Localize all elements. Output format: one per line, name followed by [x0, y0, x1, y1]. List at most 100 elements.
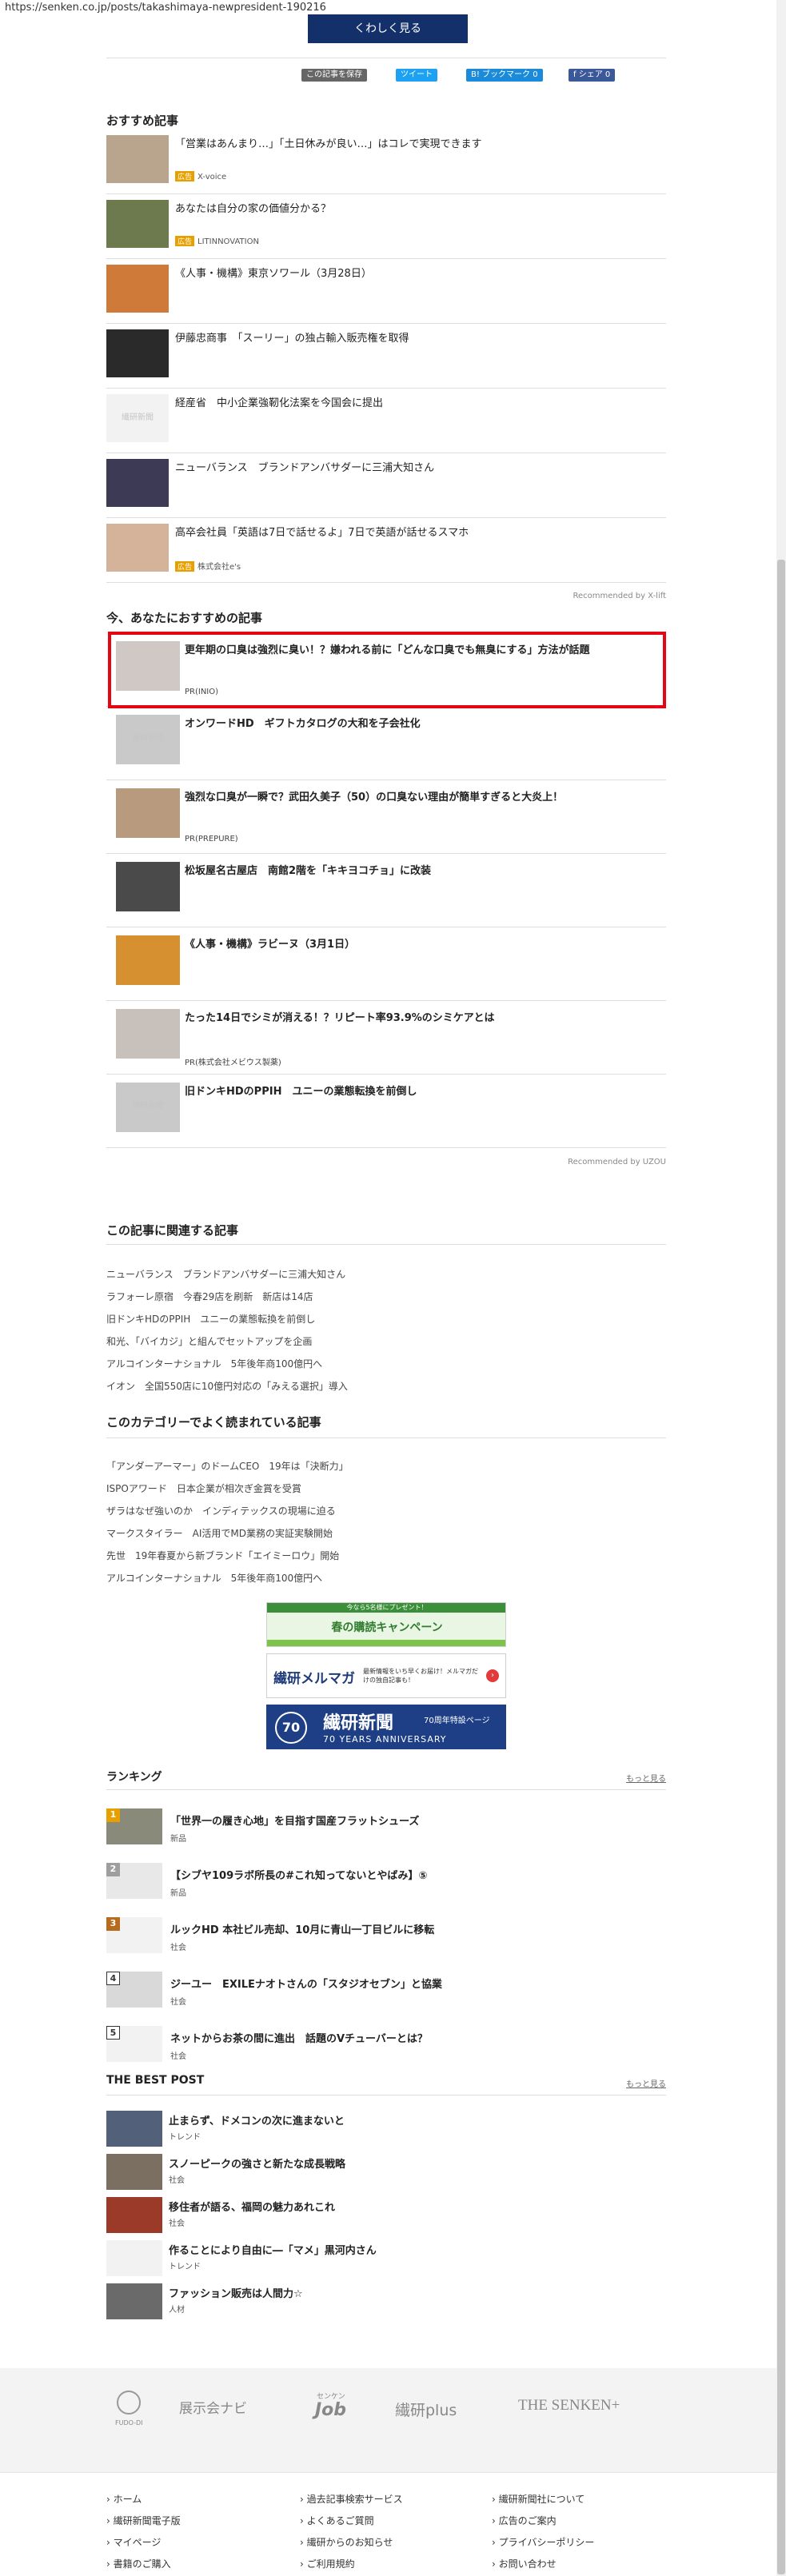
anniversary-banner[interactable]: 70 繊研新聞 70周年特設ページ 70 YEARS ANNIVERSARY	[266, 1705, 506, 1749]
footer-link[interactable]: › 繊研新聞電子版	[106, 2514, 181, 2527]
category-link[interactable]: 「アンダーアーマー」のドームCEO 19年は「決断力」	[106, 1459, 349, 1473]
related-link[interactable]: 旧ドンキHDのPPIH ユニーの業態転換を前倒し	[106, 1312, 315, 1326]
recommended-title[interactable]: 《人事・機構》東京ソワール（3月28日）	[175, 265, 372, 280]
category-link[interactable]: ザラはなぜ強いのか インディテックスの現場に迫る	[106, 1504, 336, 1517]
for-you-title[interactable]: たった14日でシミが消える！？リピート率93.9%のシミケアとは	[185, 1009, 495, 1024]
for-you-title[interactable]: 松坂屋名古屋店 南館2階を「キキヨコチョ」に改装	[185, 862, 431, 877]
for-you-item[interactable]: たった14日でシミが消える！？リピート率93.9%のシミケアとは PR(株式会社メ…	[106, 1001, 666, 1075]
ranking-title[interactable]: 【シブヤ109ラボ所長の#これ知ってないとやばみ】⑤	[170, 1867, 427, 1882]
ranking-title[interactable]: ネットからお茶の間に進出 話題のVチューバーとは？	[170, 2030, 428, 2045]
category-link[interactable]: ISPOアワード 日本企業が相次ぎ金賞を受賞	[106, 1481, 301, 1495]
recommended-title[interactable]: 伊藤忠商事 「スーリー」の独占輸入販売権を取得	[175, 329, 409, 345]
best-post-item[interactable]: 作ることにより自由に―「マメ」黒河内さん トレンド	[106, 2240, 666, 2283]
job-logo[interactable]: Job	[315, 2400, 346, 2420]
for-you-title[interactable]: 強烈な口臭が一瞬で？武田久美子（50）の口臭ない理由が簡単すぎると大炎上！	[185, 788, 563, 804]
footer-link-label[interactable]: 繊研新聞社について	[499, 2494, 585, 2505]
recommended-item[interactable]: 繊研新聞 経産省 中小企業強靭化法案を今国会に提出	[106, 389, 666, 453]
thumbnail[interactable]	[116, 935, 180, 985]
for-you-title[interactable]: 《人事・機構》ラビーヌ（3月1日）	[185, 935, 355, 951]
footer-link-label[interactable]: 広告のご案内	[499, 2515, 557, 2526]
footer-link[interactable]: › よくあるご質問	[300, 2514, 374, 2527]
thumbnail[interactable]: 2	[106, 1863, 162, 1899]
navi-logo[interactable]: 展示会ナビ	[179, 2397, 247, 2417]
senken-plus-logo[interactable]: 繊研plus	[395, 2399, 457, 2420]
thumbnail[interactable]: 4	[106, 1972, 162, 2008]
thumbnail[interactable]: 繊研新聞	[116, 715, 180, 764]
footer-link-label[interactable]: よくあるご質問	[307, 2515, 374, 2526]
category-link[interactable]: マークスタイラー AI活用でMD業務の実証実験開始	[106, 1526, 333, 1540]
recommended-item[interactable]: ニューバランス ブランドアンバサダーに三浦大知さん	[106, 453, 666, 518]
best-post-more-link[interactable]: もっと見る	[626, 2077, 666, 2089]
ranking-title[interactable]: ジーユー EXILEナオトさんの「スタジオセブン」と協業	[170, 1976, 442, 1991]
recommended-title[interactable]: あなたは自分の家の価値分かる？	[175, 200, 331, 215]
thumbnail[interactable]: 繊研新聞	[116, 1083, 180, 1132]
footer-link[interactable]: › ご利用規約	[300, 2557, 355, 2570]
thumbnail[interactable]	[106, 265, 169, 313]
for-you-title[interactable]: 旧ドンキHDのPPIH ユニーの業態転換を前倒し	[185, 1083, 417, 1098]
category-link[interactable]: アルコインターナショナル 5年後年商100億円へ	[106, 1571, 322, 1585]
thumbnail[interactable]	[106, 2283, 162, 2319]
footer-link[interactable]: › 書籍のご購入	[106, 2557, 171, 2570]
for-you-item[interactable]: 《人事・機構》ラビーヌ（3月1日）	[106, 927, 666, 1001]
thumbnail[interactable]	[106, 459, 169, 507]
for-you-title[interactable]: オンワードHD ギフトカタログの大和を子会社化	[185, 715, 421, 730]
recommended-by[interactable]: Recommended by X-lift	[573, 592, 667, 600]
more-button[interactable]: くわしく見る	[308, 14, 468, 43]
thumbnail[interactable]	[106, 200, 169, 248]
ranking-title[interactable]: 「世界一の履き心地」を目指す国産フラットシューズ	[170, 1812, 419, 1828]
footer-link[interactable]: › ホーム	[106, 2492, 142, 2506]
footer-link[interactable]: › マイページ	[106, 2535, 161, 2549]
thumbnail[interactable]	[106, 524, 169, 572]
thumbnail[interactable]	[106, 2197, 162, 2233]
thumbnail[interactable]: 繊研新聞	[106, 394, 169, 442]
the-senken-logo[interactable]: THE SENKEN+	[518, 2397, 620, 2415]
footer-link[interactable]: › プライバシーポリシー	[492, 2535, 594, 2549]
facebook-share-button[interactable]: f シェア 0	[569, 69, 616, 82]
related-link[interactable]: ニューバランス ブランドアンバサダーに三浦大知さん	[106, 1267, 345, 1281]
for-you-item[interactable]: 強烈な口臭が一瞬で？武田久美子（50）の口臭ない理由が簡単すぎると大炎上！ PR(…	[106, 780, 666, 854]
best-post-item[interactable]: スノーピークの強さと新たな成長戦略 社会	[106, 2154, 666, 2197]
footer-link-label[interactable]: ホーム	[114, 2494, 142, 2505]
recommended-title[interactable]: 高卒会社員「英語は7日で話せるよ」7日で英語が話せるスマホ	[175, 524, 469, 539]
footer-link-label[interactable]: お問い合わせ	[499, 2558, 557, 2570]
thumbnail[interactable]	[106, 2154, 162, 2190]
best-post-title[interactable]: 作ることにより自由に―「マメ」黒河内さん	[169, 2242, 377, 2257]
thumbnail[interactable]	[106, 2240, 162, 2276]
thumbnail[interactable]: 3	[106, 1917, 162, 1953]
thumbnail[interactable]: 5	[106, 2026, 162, 2062]
thumbnail[interactable]	[106, 329, 169, 377]
scrollbar-thumb[interactable]	[777, 560, 785, 2574]
related-link[interactable]: アルコインターナショナル 5年後年商100億円へ	[106, 1357, 322, 1370]
related-link[interactable]: ラフォーレ原宿 今春29店を刷新 新店は14店	[106, 1290, 313, 1303]
ranking-more-link[interactable]: もっと見る	[626, 1772, 666, 1784]
thumbnail[interactable]	[106, 135, 169, 183]
recommended-item[interactable]: 高卒会社員「英語は7日で話せるよ」7日で英語が話せるスマホ 広告 株式会社e's	[106, 518, 666, 583]
thumbnail[interactable]	[116, 862, 180, 911]
footer-link-label[interactable]: 書籍のご購入	[114, 2558, 171, 2570]
footer-link[interactable]: › 繊研新聞社について	[492, 2492, 585, 2506]
recommended-item[interactable]: あなたは自分の家の価値分かる？ 広告 LITINNOVATION	[106, 194, 666, 259]
thumbnail[interactable]	[116, 1009, 180, 1059]
recommended-item[interactable]: 伊藤忠商事 「スーリー」の独占輸入販売権を取得	[106, 324, 666, 389]
fudo-logo[interactable]: FUDO-DI	[115, 2419, 143, 2426]
category-link[interactable]: 先世 19年春夏から新ブランド「エイミーロウ」開始	[106, 1549, 339, 1562]
recommended-title[interactable]: ニューバランス ブランドアンバサダーに三浦大知さん	[175, 459, 434, 474]
best-post-title[interactable]: 移住者が語る、福岡の魅力あれこれ	[169, 2199, 335, 2214]
best-post-title[interactable]: スノーピークの強さと新たな成長戦略	[169, 2155, 345, 2171]
ranking-title[interactable]: ルックHD 本社ビル売却、10月に青山一丁目ビルに移転	[170, 1921, 434, 1936]
footer-link[interactable]: › お問い合わせ	[492, 2557, 557, 2570]
thumbnail[interactable]	[116, 788, 180, 838]
recommended-title[interactable]: 「営業はあんまり…」「土日休みが良い…」はコレで実現できます	[175, 135, 482, 150]
spring-campaign-banner[interactable]: 今なら5名様にプレゼント！ 春の購読キャンペーン	[266, 1602, 506, 1647]
recommended-item[interactable]: 「営業はあんまり…」「土日休みが良い…」はコレで実現できます 広告 X-voice	[106, 130, 666, 194]
related-link[interactable]: 和光、「バイカジ」と組んでセットアップを企画	[106, 1334, 312, 1348]
footer-link[interactable]: › 過去記事検索サービス	[300, 2492, 403, 2506]
thumbnail[interactable]	[106, 2111, 162, 2147]
footer-link[interactable]: › 繊研からのお知らせ	[300, 2535, 393, 2549]
for-you-item[interactable]: 松坂屋名古屋店 南館2階を「キキヨコチョ」に改装	[106, 854, 666, 927]
merumaga-banner[interactable]: 繊研メルマガ 最新情報をいち早くお届け！メルマガだけの独自記事も！ ›	[266, 1653, 506, 1698]
footer-link-label[interactable]: 繊研新聞電子版	[114, 2515, 181, 2526]
footer-link-label[interactable]: ご利用規約	[307, 2558, 355, 2570]
best-post-title[interactable]: ファッション販売は人間力☆	[169, 2285, 303, 2300]
related-link[interactable]: イオン 全国550店に10億円対応の「みえる選択」導入	[106, 1379, 348, 1393]
